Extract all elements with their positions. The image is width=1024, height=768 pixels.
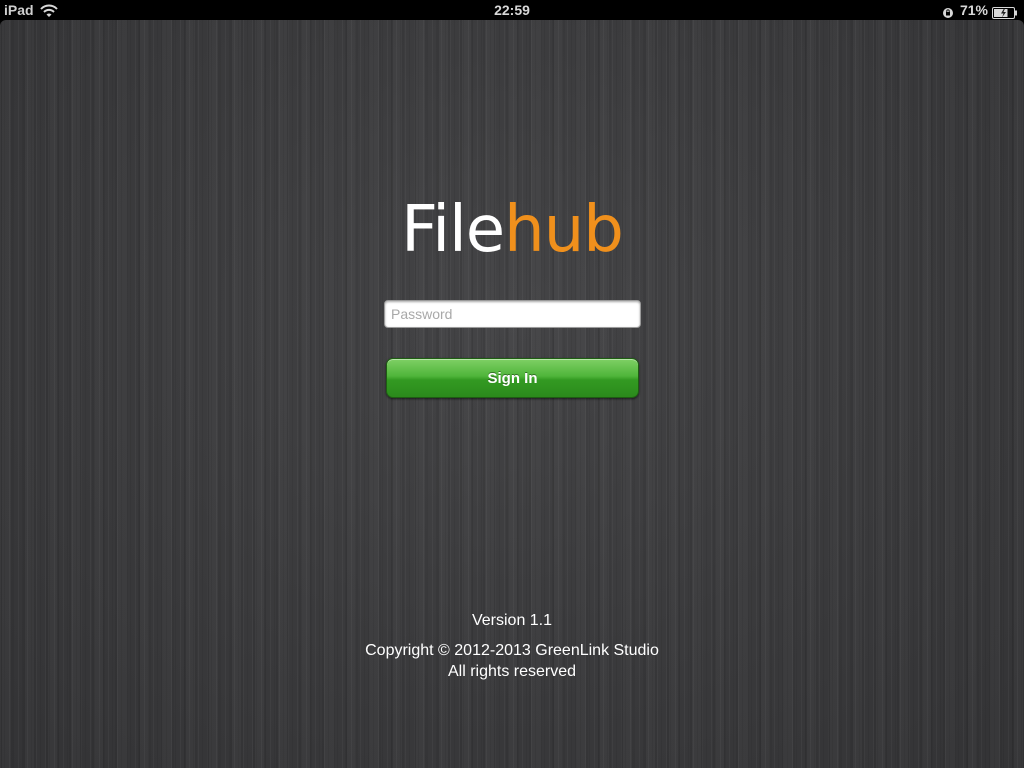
status-time: 22:59 — [494, 2, 530, 18]
orientation-lock-icon — [942, 4, 954, 18]
version-label: Version 1.1 — [471, 612, 553, 629]
logo-text-hub: hub — [504, 193, 624, 267]
login-screen: iPad 22:59 71% Filehub Sign In Version 1… — [0, 0, 1024, 768]
rights-label: All rights reserved — [447, 663, 577, 680]
battery-icon — [992, 4, 1018, 19]
copyright-label: Copyright © 2012-2013 GreenLink Studio — [365, 642, 659, 659]
footer: Version 1.1 Copyright © 2012-2013 GreenL… — [0, 608, 1024, 682]
sign-in-button[interactable]: Sign In — [386, 358, 639, 398]
battery-percent: 71% — [959, 2, 988, 18]
status-right: 71% — [942, 0, 1018, 20]
status-bar: iPad 22:59 71% — [0, 0, 1024, 20]
app-logo: Filehub — [0, 190, 1024, 270]
logo-text-file: File — [401, 193, 505, 267]
password-field[interactable] — [384, 300, 641, 328]
